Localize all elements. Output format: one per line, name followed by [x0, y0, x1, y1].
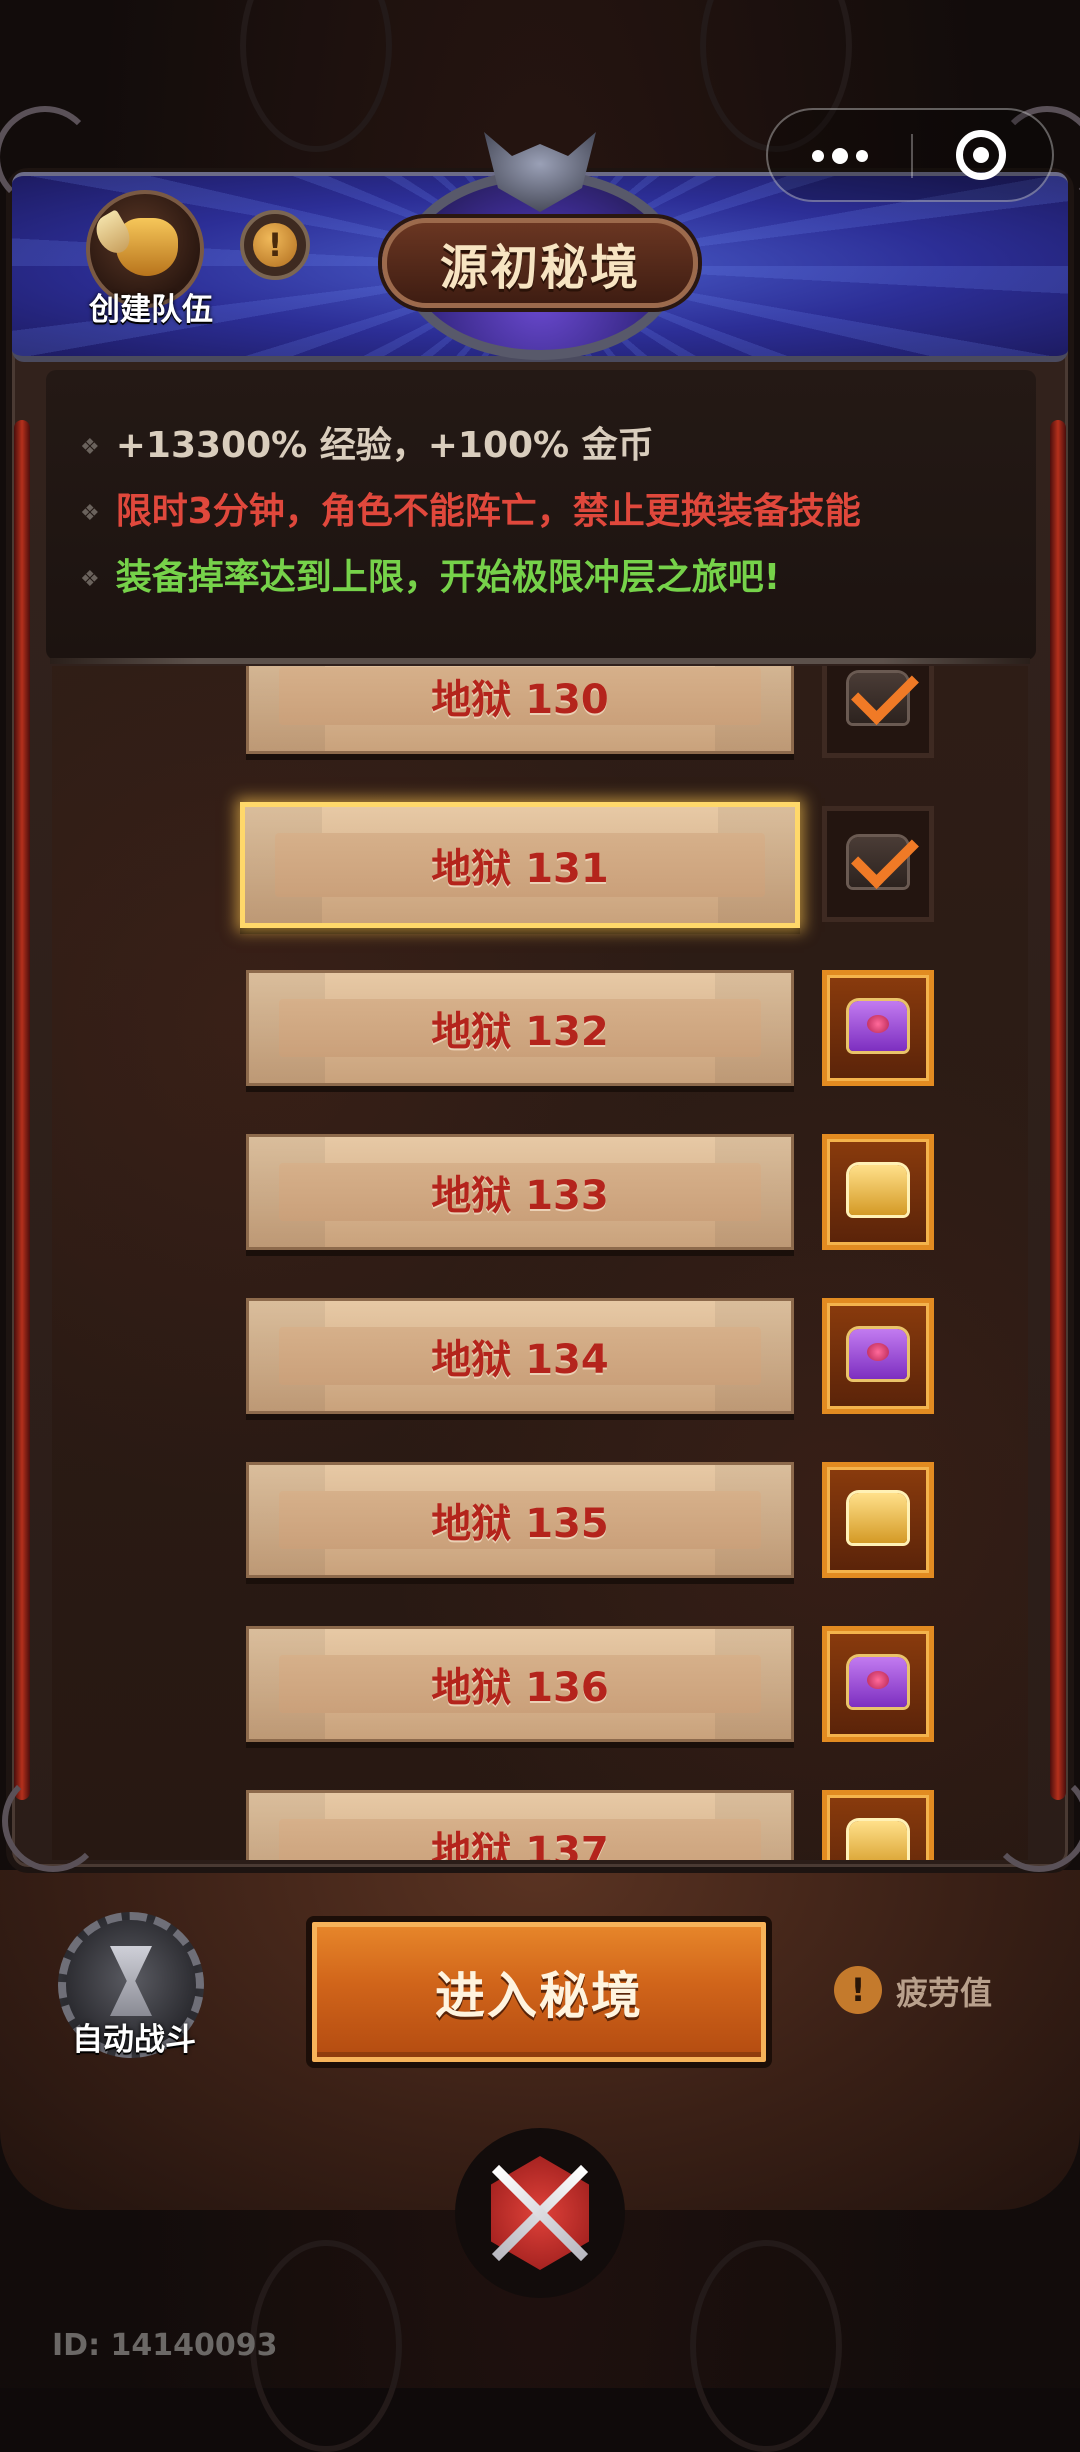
exclamation-icon: !	[253, 223, 297, 267]
frame-corner-ornament	[2, 1770, 104, 1872]
chest-claimed-icon[interactable]	[822, 806, 934, 922]
frame-corner-ornament	[988, 1770, 1080, 1872]
dot-icon	[832, 148, 848, 164]
drop-rate-text: 装备掉率达到上限，开始极限冲层之旅吧!	[115, 557, 781, 598]
level-label: 地狱 133	[431, 1173, 609, 1219]
level-list[interactable]: 地狱 130 地狱 131 地狱 132 地狱 133 地狱 134 地狱 13…	[52, 666, 1028, 1860]
level-136-button[interactable]: 地狱 136	[246, 1626, 794, 1742]
background-ornament	[690, 2240, 842, 2452]
drop-rate-line: ❖ 装备掉率达到上限，开始极限冲层之旅吧!	[80, 548, 780, 600]
chest-box	[849, 1493, 907, 1543]
level-135-button[interactable]: 地狱 135	[246, 1462, 794, 1578]
miniprogram-capsule	[766, 108, 1054, 202]
purple-chest-icon[interactable]	[822, 970, 934, 1086]
helmet-icon	[116, 218, 178, 276]
level-132-button[interactable]: 地狱 132	[246, 970, 794, 1086]
gem-icon	[867, 1671, 889, 1689]
bonus-line: ❖ +13300% 经验，+100% 金币	[80, 416, 654, 468]
purple-chest-icon[interactable]	[822, 1298, 934, 1414]
bullet-icon: ❖	[80, 434, 100, 460]
purple-chest-icon[interactable]	[822, 1626, 934, 1742]
chest-claimed-icon[interactable]	[822, 666, 934, 758]
right-rail	[1050, 420, 1066, 1800]
level-label: 地狱 132	[431, 1009, 609, 1055]
level-131-button[interactable]: 地狱 131	[240, 802, 800, 928]
more-options-button[interactable]	[812, 140, 872, 170]
hourglass-icon	[110, 1946, 152, 2016]
level-label: 地狱 130	[431, 677, 609, 723]
divider	[50, 658, 1030, 664]
level-label: 地狱 134	[431, 1337, 609, 1383]
level-label: 地狱 135	[431, 1501, 609, 1547]
level-134-button[interactable]: 地狱 134	[246, 1298, 794, 1414]
dot-icon	[812, 150, 824, 162]
fatigue-info-icon[interactable]: !	[834, 1966, 882, 2014]
create-team-label[interactable]: 创建队伍	[66, 284, 236, 329]
rules-line: ❖ 限时3分钟，角色不能阵亡，禁止更换装备技能	[80, 482, 861, 534]
rules-text: 限时3分钟，角色不能阵亡，禁止更换装备技能	[115, 491, 861, 532]
level-label: 地狱 136	[431, 1665, 609, 1711]
level-label: 地狱 137	[431, 1829, 609, 1860]
dot-icon	[856, 150, 868, 162]
enter-dungeon-button[interactable]: 进入秘境	[306, 1916, 772, 2068]
close-miniprogram-icon[interactable]	[956, 130, 1006, 180]
level-133-button[interactable]: 地狱 133	[246, 1134, 794, 1250]
fatigue-label[interactable]: 疲劳值	[896, 1968, 992, 2014]
auto-battle-label[interactable]: 自动战斗	[44, 2014, 224, 2059]
gold-chest-icon[interactable]	[822, 1790, 934, 1860]
bullet-icon: ❖	[80, 566, 100, 592]
level-137-button[interactable]: 地狱 137	[246, 1790, 794, 1860]
bonus-text: +13300% 经验，+100% 金币	[115, 425, 654, 466]
user-id: ID: 14140093	[52, 2328, 278, 2363]
capsule-divider	[911, 134, 913, 178]
left-rail	[14, 420, 30, 1800]
bullet-icon: ❖	[80, 500, 100, 526]
gold-chest-icon[interactable]	[822, 1462, 934, 1578]
gem-icon	[867, 1343, 889, 1361]
chest-box	[849, 1165, 907, 1215]
battle-tab-button[interactable]	[455, 2128, 625, 2298]
gold-chest-icon[interactable]	[822, 1134, 934, 1250]
chest-box	[849, 1821, 907, 1860]
level-130-button[interactable]: 地狱 130	[246, 666, 794, 754]
info-button[interactable]: !	[240, 210, 310, 280]
level-label: 地狱 131	[431, 846, 609, 892]
gem-icon	[867, 1015, 889, 1033]
page-title: 源初秘境	[382, 218, 698, 308]
